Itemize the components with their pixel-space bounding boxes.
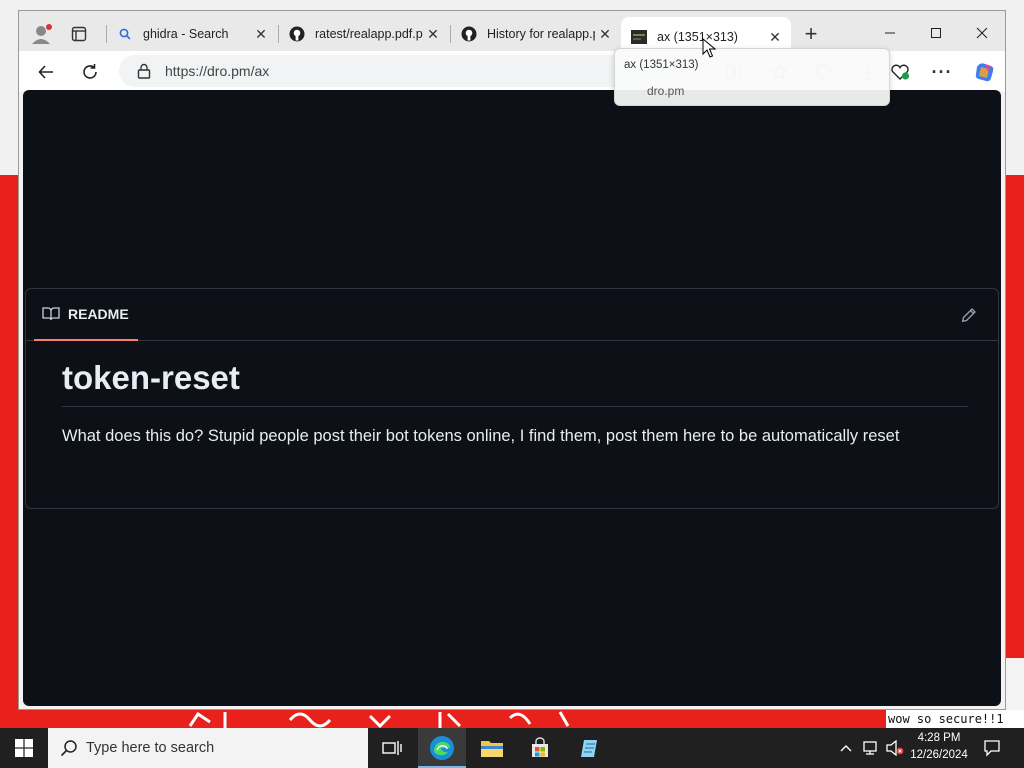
back-icon[interactable] bbox=[31, 57, 61, 87]
page-content: README token-reset What does this do? St… bbox=[23, 90, 1001, 706]
search-icon bbox=[117, 26, 133, 42]
profile-icon[interactable] bbox=[29, 22, 53, 46]
browser-window: ghidra - Search ✕ ratest/realapp.pdf.py … bbox=[18, 10, 1006, 710]
tab-title: History for realapp.py bbox=[487, 27, 595, 41]
close-window-button[interactable] bbox=[959, 19, 1005, 47]
maximize-button[interactable] bbox=[913, 19, 959, 47]
taskbar-notepad[interactable] bbox=[566, 728, 614, 768]
chevron-up-icon bbox=[840, 745, 852, 752]
hover-card-domain: dro.pm bbox=[647, 84, 685, 98]
tab-ghidra-search[interactable]: ghidra - Search ✕ bbox=[107, 17, 277, 51]
tab-title: ratest/realapp.pdf.py bbox=[315, 27, 423, 41]
readme-header: README bbox=[26, 289, 998, 341]
search-icon bbox=[60, 739, 78, 757]
show-hidden-icons-button[interactable] bbox=[836, 728, 856, 768]
taskbar-store[interactable] bbox=[516, 728, 564, 768]
close-tab-icon[interactable]: ✕ bbox=[765, 27, 785, 47]
workspaces-icon[interactable] bbox=[67, 22, 91, 46]
tab-realapp-pdf[interactable]: ratest/realapp.pdf.py ✕ bbox=[279, 17, 449, 51]
github-icon bbox=[289, 26, 305, 42]
close-tab-icon[interactable]: ✕ bbox=[595, 24, 615, 44]
minimize-button[interactable] bbox=[867, 19, 913, 47]
edge-icon bbox=[430, 736, 454, 760]
github-icon bbox=[461, 26, 477, 42]
readme-body: token-reset What does this do? Stupid pe… bbox=[62, 359, 968, 446]
tab-title: ghidra - Search bbox=[143, 27, 229, 41]
tab-hover-card: ax (1351×313) dro.pm bbox=[614, 48, 890, 106]
readme-description: What does this do? Stupid people post th… bbox=[62, 427, 900, 445]
edit-pencil-icon[interactable] bbox=[958, 304, 980, 326]
hover-card-title: ax (1351×313) bbox=[624, 59, 699, 71]
taskbar-search-box[interactable]: Type here to search bbox=[48, 728, 368, 768]
new-tab-button[interactable]: + bbox=[799, 21, 823, 46]
close-tab-icon[interactable]: ✕ bbox=[423, 24, 443, 44]
tab-history-realapp[interactable]: History for realapp.py ✕ bbox=[451, 17, 621, 51]
clock-date: 12/26/2024 bbox=[910, 749, 968, 761]
taskbar-file-explorer[interactable] bbox=[468, 728, 516, 768]
store-icon bbox=[532, 737, 548, 757]
notification-icon bbox=[984, 740, 1000, 757]
taskbar: Type here to search 4:28 PM 12/26/2024 bbox=[0, 728, 1024, 768]
copilot-icon[interactable] bbox=[969, 57, 999, 87]
close-tab-icon[interactable]: ✕ bbox=[251, 24, 271, 44]
task-view-button[interactable] bbox=[368, 728, 416, 768]
folder-icon bbox=[481, 741, 503, 757]
taskbar-edge[interactable] bbox=[418, 728, 466, 768]
notepad-icon bbox=[581, 740, 597, 757]
network-status-button[interactable] bbox=[860, 728, 882, 768]
background-window-edge bbox=[1004, 658, 1024, 713]
mouse-cursor-icon bbox=[702, 38, 716, 58]
image-thumbnail-icon bbox=[631, 29, 647, 45]
clock-time: 4:28 PM bbox=[917, 732, 961, 744]
desktop-scribble bbox=[188, 711, 570, 728]
start-button[interactable] bbox=[0, 728, 48, 768]
volume-muted-icon bbox=[886, 740, 904, 756]
readme-tab-label: README bbox=[68, 306, 129, 322]
desktop-caption: wow so secure!!1 bbox=[886, 710, 1024, 728]
lock-icon[interactable] bbox=[137, 63, 155, 79]
taskbar-search-placeholder: Type here to search bbox=[86, 740, 215, 756]
refresh-icon[interactable] bbox=[75, 57, 105, 87]
readme-tab[interactable]: README bbox=[34, 289, 138, 341]
address-bar[interactable]: https://dro.pm/ax bbox=[119, 55, 679, 87]
windows-logo-icon bbox=[15, 739, 33, 757]
url-text: https://dro.pm/ax bbox=[165, 63, 270, 79]
book-icon bbox=[42, 306, 60, 322]
taskbar-clock[interactable]: 4:28 PM 12/26/2024 bbox=[905, 730, 973, 764]
more-options-icon[interactable]: ··· bbox=[927, 57, 957, 87]
network-icon bbox=[863, 741, 877, 755]
notifications-button[interactable] bbox=[978, 728, 1006, 768]
readme-card: README token-reset What does this do? St… bbox=[25, 288, 999, 509]
volume-button[interactable] bbox=[884, 728, 906, 768]
task-view-icon bbox=[382, 741, 402, 755]
readme-heading: token-reset bbox=[62, 359, 968, 407]
